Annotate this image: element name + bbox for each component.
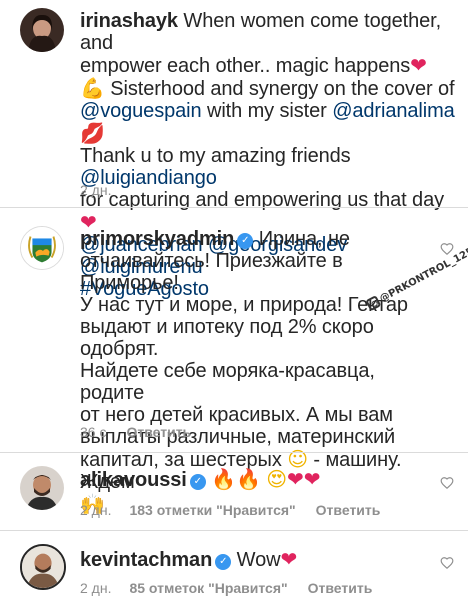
caption-line-5: Thank u to my amazing friends (80, 145, 351, 167)
avatar-image (22, 546, 64, 588)
comment-username[interactable]: primorskyadmin (80, 228, 234, 250)
mention-adrianalima[interactable]: @adrianalima (332, 100, 455, 122)
comment-meta: 2 дн. 183 отметки "Нравится" Ответить (80, 502, 380, 518)
fire-icon: 🔥🔥 (211, 467, 261, 491)
comment-divider (0, 530, 468, 531)
mention-voguespain[interactable]: @voguespain (80, 100, 202, 122)
reply-button[interactable]: Ответить (126, 424, 191, 440)
reply-button[interactable]: Ответить (308, 580, 373, 596)
comment-text: alikavoussi ✓ 🔥🔥 😍❤❤ (80, 468, 440, 491)
post-username[interactable]: irinashayk (80, 10, 178, 32)
verified-badge-icon: ✓ (215, 554, 232, 570)
avatar-image (20, 8, 64, 52)
comment-line-5: Найдете себе моряка-красавца, родите (80, 360, 375, 404)
comment-meta: 2 дн. 85 отметок "Нравится" Ответить (80, 580, 372, 596)
comment-divider (0, 452, 468, 453)
post-caption: irinashayk When women come together, and… (0, 0, 468, 300)
comment-body: Wow (236, 549, 281, 571)
red-heart-icon: ❤❤ (287, 467, 321, 491)
likes-count-button[interactable]: 85 отметок "Нравится" (129, 580, 287, 596)
comment-line-6: от него детей красивых. А мы вам (80, 404, 393, 426)
avatar-image (20, 466, 64, 510)
comment-username[interactable]: kevintachman (80, 549, 212, 571)
comment-username[interactable]: alikavoussi (80, 469, 187, 491)
kiss-mark-icon: 💋 (80, 121, 105, 145)
caption-line-4: with my sister (206, 100, 327, 122)
comment-line-4: выдают и ипотеку под 2% скоро одобрят. (80, 316, 374, 360)
comment-timestamp: 2 дн. (80, 502, 112, 518)
comment-line-1: Ирина, не (258, 228, 350, 250)
like-heart-icon[interactable] (440, 476, 454, 490)
post-meta: 2 дн. (80, 182, 111, 198)
avatar-kevintachman[interactable] (20, 544, 66, 590)
comment-line-2: отчаивайтесь! Приезжайте в Приморье! (80, 250, 343, 294)
post-timestamp: 2 дн. (80, 182, 112, 198)
comment-timestamp: 36 с (80, 424, 107, 440)
avatar-alikavoussi[interactable] (20, 466, 64, 510)
flexed-biceps-icon: 💪 (80, 76, 105, 100)
avatar-primorskyadmin[interactable] (20, 226, 64, 270)
caption-line-2: empower each other.. magic happens (80, 55, 411, 77)
reply-button[interactable]: Ответить (316, 502, 381, 518)
likes-count-button[interactable]: 183 отметки "Нравится" (129, 502, 295, 518)
like-heart-icon[interactable] (440, 556, 454, 570)
red-heart-icon: ❤ (280, 547, 298, 571)
verified-badge-icon: ✓ (237, 233, 254, 249)
caption-divider (0, 207, 468, 208)
avatar-irinashayk[interactable] (20, 8, 64, 52)
comment-text: kevintachman ✓ Wow❤ (80, 548, 440, 571)
red-heart-icon: ❤ (410, 53, 427, 77)
heart-eyes-icon: 😍 (266, 467, 288, 491)
caption-line-3: Sisterhood and synergy on the cover of (110, 78, 455, 100)
comment-meta: 36 с Ответить (80, 424, 191, 440)
verified-badge-icon: ✓ (189, 474, 206, 490)
coat-of-arms-icon (21, 227, 63, 269)
comment-timestamp: 2 дн. (80, 580, 112, 596)
